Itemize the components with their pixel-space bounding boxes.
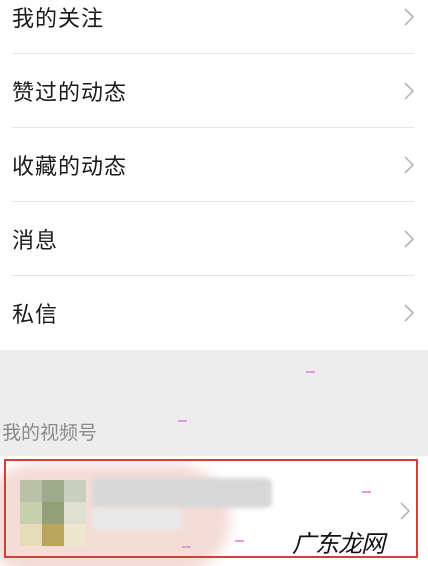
blurred-avatar: [20, 502, 42, 524]
section-title-my-channels: 我的视频号: [2, 422, 98, 444]
decorative-mark: [235, 540, 244, 542]
menu-item-liked-posts[interactable]: 赞过的动态: [0, 54, 428, 128]
decorative-mark: [306, 371, 315, 373]
decorative-mark: [182, 546, 191, 548]
blurred-avatar: [42, 502, 64, 524]
menu-item-saved-posts[interactable]: 收藏的动态: [0, 128, 428, 202]
blurred-channel-name: [92, 478, 272, 508]
chevron-right-icon: [404, 82, 414, 100]
menu-item-label: 我的关注: [12, 7, 105, 32]
blurred-avatar: [64, 502, 86, 524]
blurred-avatar: [64, 480, 86, 502]
blurred-avatar: [20, 524, 42, 546]
menu-item-label: 私信: [12, 303, 59, 328]
blurred-avatar: [42, 480, 64, 502]
blurred-avatar: [64, 524, 86, 546]
decorative-mark: [178, 420, 187, 422]
menu-item-my-follows[interactable]: 我的关注: [0, 0, 428, 54]
blurred-channel-subtitle: [92, 508, 182, 530]
chevron-right-icon: [404, 156, 414, 174]
chevron-right-icon: [404, 304, 414, 322]
menu-item-label: 收藏的动态: [12, 155, 128, 180]
decorative-mark: [362, 491, 371, 493]
settings-menu: 我的关注 赞过的动态 收藏的动态 消息 私信: [0, 0, 428, 350]
chevron-right-icon: [400, 502, 410, 520]
menu-item-label: 赞过的动态: [12, 81, 128, 106]
chevron-right-icon: [404, 230, 414, 248]
blurred-avatar: [42, 524, 64, 546]
menu-item-label: 消息: [12, 229, 59, 254]
chevron-right-icon: [404, 8, 414, 26]
menu-item-private-messages[interactable]: 私信: [0, 276, 428, 350]
menu-item-messages[interactable]: 消息: [0, 202, 428, 276]
blurred-avatar: [20, 480, 42, 502]
watermark: 广东龙网: [292, 530, 385, 558]
